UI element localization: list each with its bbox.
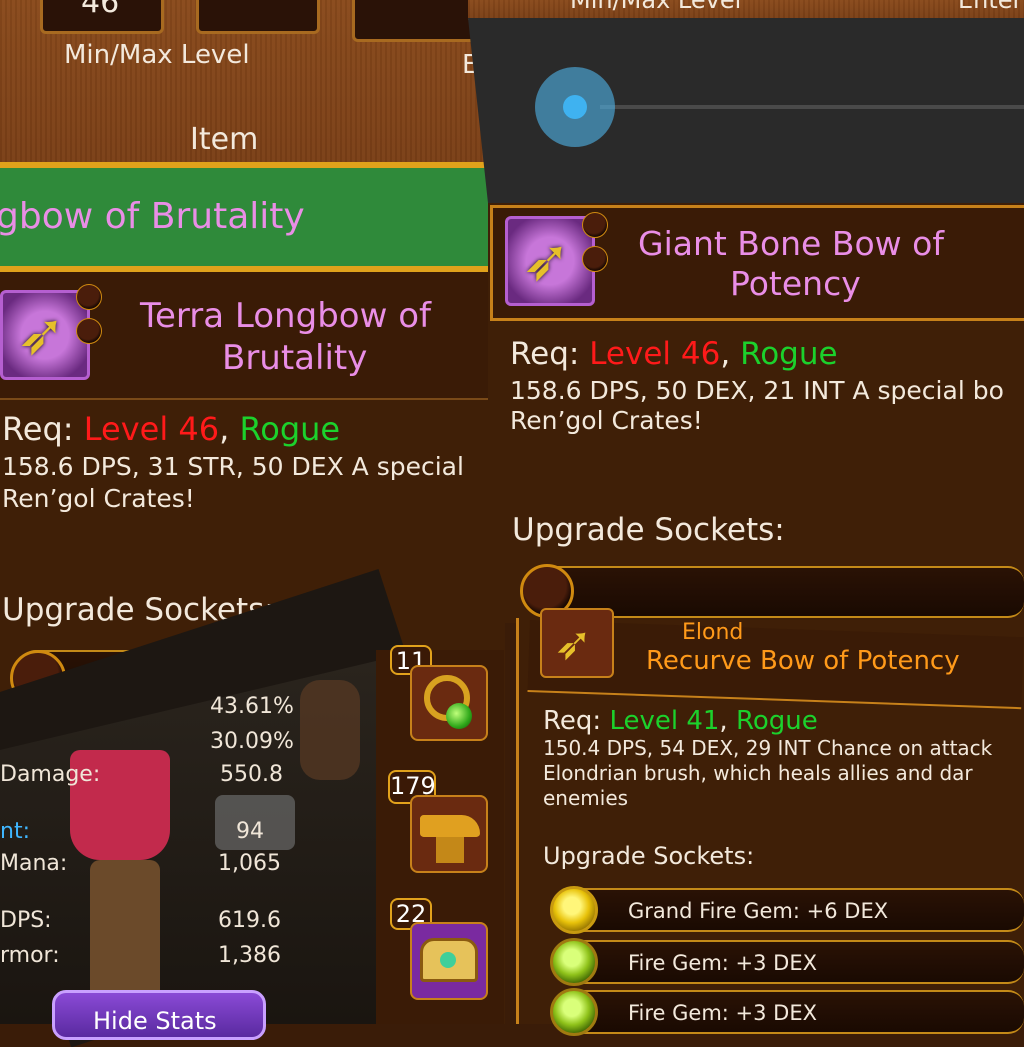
recurve-bow-icon: ➶ xyxy=(554,616,593,670)
bottom-title-partial: Elond xyxy=(682,620,744,645)
right-header-enter: Enter xyxy=(958,0,1023,14)
chest-gem xyxy=(440,952,456,968)
req-class: Rogue xyxy=(239,410,341,448)
bottom-item-title: Recurve Bow of Potency xyxy=(646,646,960,676)
stat-value-crit: 43.61% xyxy=(210,694,294,719)
background-statue xyxy=(300,680,360,780)
bottom-desc-2: Elondrian brush, which heals allies and … xyxy=(543,761,973,785)
stat-value-damage: 550.8 xyxy=(220,762,283,787)
gem-name-1: Grand Fire Gem: +6 DEX xyxy=(628,899,889,923)
gem-green-icon-2[interactable] xyxy=(550,988,598,1036)
left-desc-1: 158.6 DPS, 31 STR, 50 DEX A special xyxy=(2,452,464,481)
gem-row-3[interactable]: Fire Gem: +3 DEX xyxy=(560,990,1024,1034)
gem-green-icon-1[interactable] xyxy=(550,938,598,986)
bottom-sockets-label: Upgrade Sockets: xyxy=(543,842,755,870)
gem-yellow-icon[interactable] xyxy=(550,886,598,934)
gem-name-2: Fire Gem: +3 DEX xyxy=(628,951,818,975)
inventory-slot-chest[interactable] xyxy=(410,922,488,1000)
right-item-title-1: Giant Bone Bow of xyxy=(638,224,944,263)
stat-value-dps: 619.6 xyxy=(218,908,281,933)
right-desc-1: 158.6 DPS, 50 DEX, 21 INT A special bo xyxy=(510,376,1004,405)
item-label: Item xyxy=(190,122,259,157)
stat-value-mana: 1,065 xyxy=(218,851,281,876)
item-search-field[interactable]: gbow of Brutality xyxy=(0,168,490,266)
icon-socket-1 xyxy=(76,284,102,310)
right-req-class: Rogue xyxy=(740,336,838,372)
bottom-req-class: Rogue xyxy=(735,706,818,736)
right-req-level: Level 46 xyxy=(589,336,721,372)
bottom-req-line: Req: Level 41, Rogue xyxy=(543,706,818,736)
stat-label-mana: Mana: xyxy=(0,851,68,876)
bottom-item-icon[interactable]: ➶ xyxy=(540,608,614,678)
bottom-req-sep: , xyxy=(719,706,728,736)
icon-socket-2 xyxy=(76,318,102,344)
hide-stats-label: Hide Stats xyxy=(93,1007,217,1035)
left-desc-2: Ren’gol Crates! xyxy=(2,484,195,513)
bottom-req-label: Req: xyxy=(543,706,602,736)
item-search-value: gbow of Brutality xyxy=(0,196,305,237)
left-item-title-1: Terra Longbow of xyxy=(140,296,431,336)
req-sep: , xyxy=(219,410,230,448)
hide-stats-button[interactable]: Hide Stats xyxy=(52,990,266,1040)
req-label: Req: xyxy=(2,410,74,448)
character-legs xyxy=(90,860,160,1010)
left-item-title-2: Brutality xyxy=(222,338,368,378)
anvil-icon xyxy=(420,815,480,837)
bottom-req-level: Level 41 xyxy=(609,706,720,736)
right-desc-2: Ren’gol Crates! xyxy=(510,406,703,435)
right-req-label: Req: xyxy=(510,336,580,372)
level-min-value: 46 xyxy=(81,0,120,20)
stat-value-dodge: 30.09% xyxy=(210,729,294,754)
req-level: Level 46 xyxy=(83,410,220,448)
amulet-gem xyxy=(446,703,472,729)
stat-value-int: 94 xyxy=(236,819,264,844)
gem-name-3: Fire Gem: +3 DEX xyxy=(628,1001,818,1025)
right-header-minmax: Min/Max Level xyxy=(570,0,742,14)
level-min-box[interactable]: 46 xyxy=(40,0,164,34)
slider-thumb-dot xyxy=(563,95,587,119)
bottom-desc-1: 150.4 DPS, 54 DEX, 29 INT Chance on atta… xyxy=(543,736,993,760)
right-req-sep: , xyxy=(720,336,731,372)
gem-row-1[interactable]: Grand Fire Gem: +6 DEX xyxy=(560,888,1024,932)
stat-label-int: nt: xyxy=(0,819,30,844)
right-sockets-label: Upgrade Sockets: xyxy=(512,512,785,548)
anvil-base xyxy=(436,837,464,863)
minmax-label: Min/Max Level xyxy=(64,40,250,70)
right-req-line: Req: Level 46, Rogue xyxy=(510,336,838,372)
right-item-title-2: Potency xyxy=(730,264,861,303)
volume-slider-track[interactable] xyxy=(600,105,1024,109)
volume-slider-thumb[interactable] xyxy=(535,67,615,147)
inventory-slot-anvil[interactable] xyxy=(410,795,488,873)
stat-label-dps: DPS: xyxy=(0,908,52,933)
bottom-desc-3: enemies xyxy=(543,786,629,810)
right-icon-socket-1 xyxy=(582,212,608,238)
stat-label-armor: rmor: xyxy=(0,943,60,968)
left-header-panel: 46 Min/Max Level E Item xyxy=(0,0,520,165)
stat-value-armor: 1,386 xyxy=(218,943,281,968)
inventory-slot-amulet[interactable] xyxy=(410,665,488,741)
stat-label-damage: Damage: xyxy=(0,762,101,787)
bone-bow-icon: ➶ xyxy=(522,226,571,294)
level-max-box[interactable] xyxy=(196,0,320,34)
right-icon-socket-2 xyxy=(582,246,608,272)
left-req-line: Req: Level 46, Rogue xyxy=(2,410,340,448)
gem-row-2[interactable]: Fire Gem: +3 DEX xyxy=(560,940,1024,984)
right-header-panel xyxy=(468,0,1024,20)
bow-icon: ➶ xyxy=(17,300,66,368)
